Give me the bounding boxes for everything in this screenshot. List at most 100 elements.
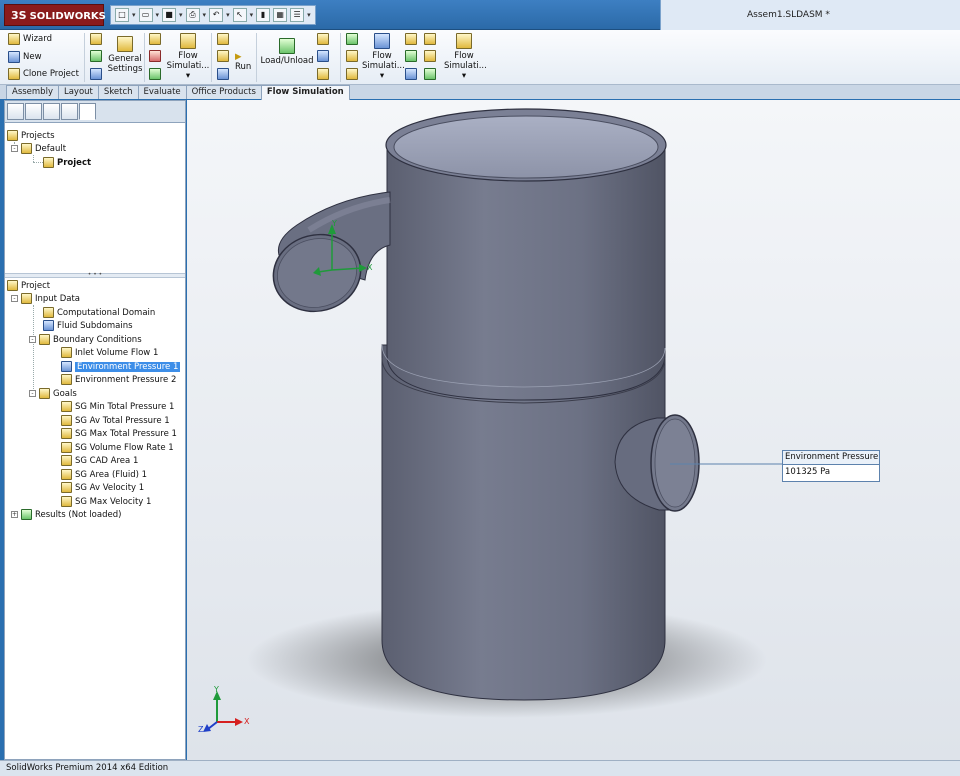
panel-splitter[interactable]: • • •: [5, 272, 185, 278]
load-unload-button[interactable]: Load/Unload: [260, 38, 314, 66]
chevron-down-icon[interactable]: ▾: [226, 11, 230, 19]
model-graphics: Y X: [203, 108, 784, 732]
lightbulb-icon[interactable]: [424, 33, 436, 45]
command-manager-ribbon: Wizard New Clone Project General Settings…: [0, 30, 960, 85]
chevron-down-icon[interactable]: ▾: [203, 11, 207, 19]
traffic-light-icon[interactable]: ▮: [256, 8, 271, 22]
tool-icon[interactable]: [90, 68, 102, 80]
document-title: Assem1.SLDASM *: [660, 0, 960, 30]
tree-item-goals[interactable]: - Goals: [29, 387, 77, 400]
tool-icon[interactable]: [149, 33, 161, 45]
file-properties-icon[interactable]: ▦: [273, 8, 288, 22]
new-document-icon[interactable]: □: [115, 8, 129, 22]
tool-icon[interactable]: [317, 50, 329, 62]
graphics-viewport[interactable]: Y X Y X Z Environment Pressure 101325 Pa: [187, 100, 960, 760]
flow-simulation-label-2: Simulati...: [362, 61, 405, 71]
flow-simulation-dropdown-1[interactable]: Flow Simulati... ▾: [166, 33, 210, 81]
configuration-manager-tab-icon[interactable]: [43, 103, 60, 120]
tool-icon[interactable]: [405, 33, 417, 45]
save-icon[interactable]: ■: [162, 8, 177, 22]
tree-item-default[interactable]: - Default: [11, 142, 66, 155]
collapse-toggle[interactable]: -: [11, 145, 18, 152]
boundary-condition-icon: [61, 374, 72, 385]
tree-item-goal[interactable]: SG Max Velocity 1: [61, 495, 151, 508]
display-manager-tab-icon[interactable]: [61, 103, 78, 120]
tool-icon[interactable]: [346, 68, 358, 80]
flow-simulation-tab-icon[interactable]: [79, 103, 96, 120]
tree-item-goal[interactable]: SG Av Velocity 1: [61, 481, 144, 494]
analysis-tree: Project - Input Data Computational Domain…: [5, 279, 185, 759]
select-cursor-icon[interactable]: ↖: [232, 8, 247, 22]
new-project-button[interactable]: New: [8, 51, 42, 63]
property-manager-tab-icon[interactable]: [25, 103, 42, 120]
chevron-down-icon[interactable]: ▾: [132, 11, 136, 19]
tree-item-input-data[interactable]: - Input Data: [11, 292, 80, 305]
tab-layout[interactable]: Layout: [57, 85, 99, 99]
flow-icon: [180, 33, 196, 49]
tree-item-goal[interactable]: SG Max Total Pressure 1: [61, 427, 177, 440]
tree-item-goal[interactable]: SG Volume Flow Rate 1: [61, 441, 174, 454]
feature-manager-tab-icon[interactable]: [7, 103, 24, 120]
tool-icon[interactable]: [217, 68, 229, 80]
tree-label: SG CAD Area 1: [75, 455, 139, 466]
tree-item-environment-pressure-1[interactable]: Environment Pressure 1: [61, 360, 181, 373]
tree-item-project-root[interactable]: Project: [7, 279, 50, 292]
tree-item-fluid-subdomains[interactable]: Fluid Subdomains: [43, 319, 133, 332]
tree-item-goal[interactable]: SG Min Total Pressure 1: [61, 400, 174, 413]
wizard-button[interactable]: Wizard: [8, 33, 52, 45]
flow-simulation-dropdown-2[interactable]: Flow Simulati... ▾: [362, 33, 405, 81]
tree-label: SG Min Total Pressure 1: [75, 401, 175, 412]
chevron-down-icon[interactable]: ▾: [250, 11, 254, 19]
tool-icon[interactable]: [346, 50, 358, 62]
tree-item-project[interactable]: Project: [43, 156, 91, 169]
tree-item-boundary-conditions[interactable]: - Boundary Conditions: [29, 333, 142, 346]
tool-icon[interactable]: [217, 33, 229, 45]
environment-pressure-callout[interactable]: Environment Pressure 101325 Pa: [782, 450, 880, 482]
expand-toggle[interactable]: +: [11, 511, 18, 518]
tool-icon[interactable]: [317, 68, 329, 80]
tree-item-environment-pressure-2[interactable]: Environment Pressure 2: [61, 373, 176, 386]
folder-icon: [21, 293, 32, 304]
tool-icon[interactable]: [405, 50, 417, 62]
solidworks-logo[interactable]: 3S SOLIDWORKS: [4, 4, 106, 26]
print-icon[interactable]: ⎙: [185, 8, 200, 22]
tool-icon[interactable]: [405, 68, 417, 80]
tool-icon[interactable]: [317, 33, 329, 45]
tree-item-goal[interactable]: SG Av Total Pressure 1: [61, 414, 170, 427]
tab-sketch[interactable]: Sketch: [97, 85, 139, 99]
tree-item-projects[interactable]: Projects: [7, 129, 55, 142]
tool-icon[interactable]: [424, 68, 436, 80]
tool-icon[interactable]: [217, 50, 229, 62]
tab-office-products[interactable]: Office Products: [185, 85, 262, 99]
options-icon[interactable]: ☰: [290, 8, 305, 22]
flow-simulation-dropdown-3[interactable]: Flow Simulati... ▾: [444, 33, 487, 81]
tool-icon[interactable]: [149, 68, 161, 80]
tree-item-goal[interactable]: SG CAD Area 1: [61, 454, 138, 467]
collapse-toggle[interactable]: -: [29, 336, 36, 343]
tree-item-goal[interactable]: SG Area (Fluid) 1: [61, 468, 147, 481]
checkered-flag-icon: [61, 401, 72, 412]
general-settings-button[interactable]: General Settings: [106, 36, 144, 74]
settings-icon: [117, 36, 133, 52]
clone-project-button[interactable]: Clone Project: [8, 68, 79, 80]
ribbon-separator: [256, 33, 257, 82]
inlet-axis-y-label: Y: [331, 219, 337, 228]
tree-item-inlet-volume-flow[interactable]: Inlet Volume Flow 1: [61, 346, 158, 359]
undo-icon[interactable]: ↶: [209, 8, 224, 22]
tool-icon[interactable]: [346, 33, 358, 45]
tool-icon[interactable]: [90, 50, 102, 62]
tool-icon[interactable]: [424, 50, 436, 62]
collapse-toggle[interactable]: -: [29, 390, 36, 397]
tab-flow-simulation[interactable]: Flow Simulation: [260, 85, 350, 100]
chevron-down-icon[interactable]: ▾: [179, 11, 183, 19]
tree-item-results[interactable]: + Results (Not loaded): [11, 508, 121, 521]
tree-item-computational-domain[interactable]: Computational Domain: [43, 306, 155, 319]
open-folder-icon[interactable]: ▭: [138, 8, 153, 22]
flag-icon[interactable]: [149, 50, 161, 62]
collapse-toggle[interactable]: -: [11, 295, 18, 302]
chevron-down-icon[interactable]: ▾: [156, 11, 160, 19]
general-tool-icon[interactable]: [90, 33, 102, 45]
chevron-down-icon[interactable]: ▾: [307, 11, 311, 19]
tab-evaluate[interactable]: Evaluate: [137, 85, 187, 99]
tab-assembly[interactable]: Assembly: [6, 85, 59, 99]
